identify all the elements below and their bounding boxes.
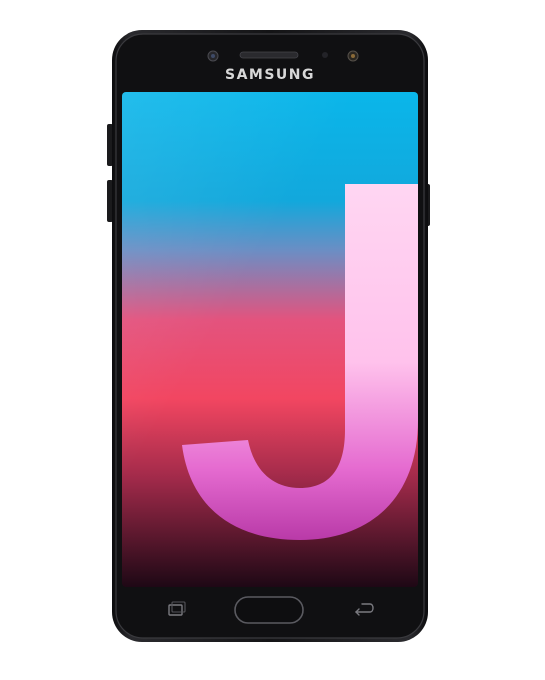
proximity-sensor-icon <box>322 52 328 58</box>
brand-label: SAMSUNG <box>224 67 315 83</box>
earpiece-icon <box>239 51 299 59</box>
phone-illustration <box>107 30 430 642</box>
product-photo: SAMSUNG <box>0 0 545 675</box>
display-screen <box>122 92 418 587</box>
home-button-icon <box>234 596 304 624</box>
